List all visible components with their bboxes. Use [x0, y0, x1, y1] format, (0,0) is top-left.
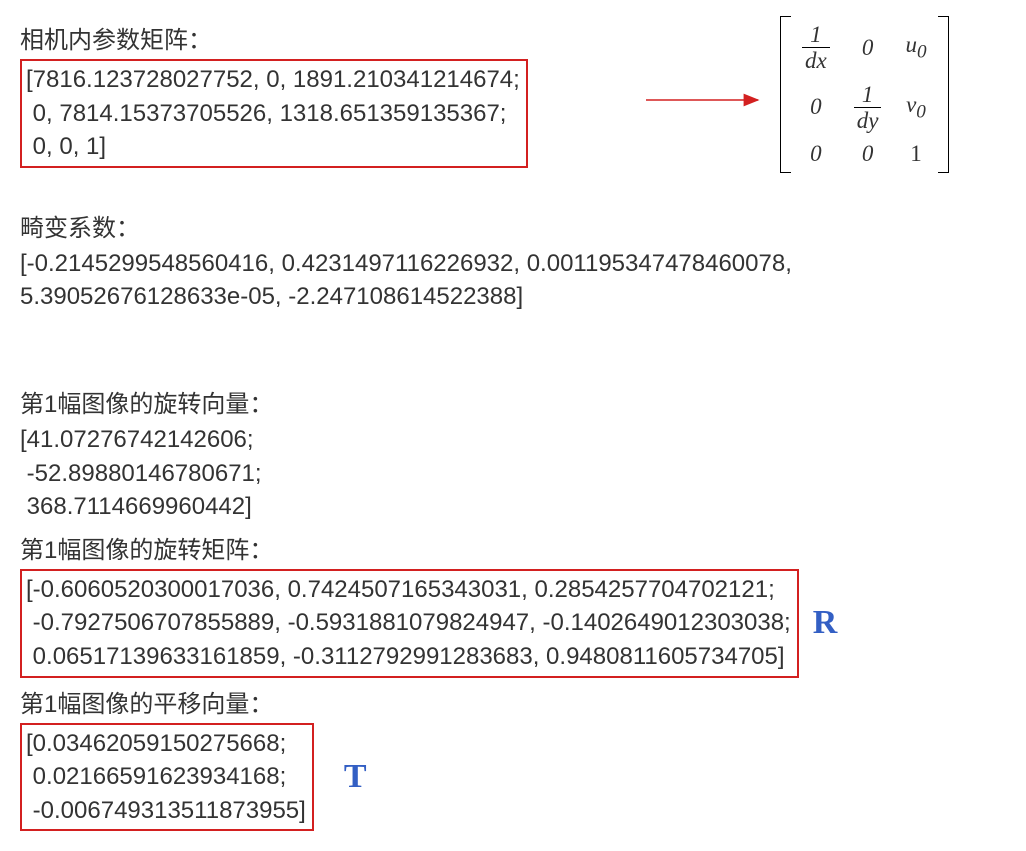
rot-vec-title: 第1幅图像的旋转向量： [20, 384, 1006, 419]
trans-vec-box: [0.03462059150275668; 0.0216659162393416… [20, 723, 314, 832]
intrinsics-title: 相机内参数矩阵： [20, 20, 528, 55]
intrinsics-matrix-box: [7816.123728027752, 0, 1891.210341214674… [20, 59, 528, 168]
rot-mat-box: [-0.6060520300017036, 0.7424507165343031… [20, 569, 799, 678]
trans-vec-title: 第1幅图像的平移向量： [20, 684, 1006, 719]
label-r: R [813, 604, 838, 642]
intrinsics-formula-matrix: 1dx 0 u0 0 1dy v0 0 0 1 [780, 16, 949, 173]
distortion-title: 畸变系数： [20, 208, 1006, 243]
distortion-values: [-0.2145299548560416, 0.4231497116226932… [20, 247, 1006, 314]
rot-vec-values: [41.07276742142606; -52.89880146780671; … [20, 423, 1006, 524]
arrow-icon [644, 90, 768, 110]
label-t: T [344, 758, 367, 796]
rot-mat-title: 第1幅图像的旋转矩阵： [20, 530, 1006, 565]
